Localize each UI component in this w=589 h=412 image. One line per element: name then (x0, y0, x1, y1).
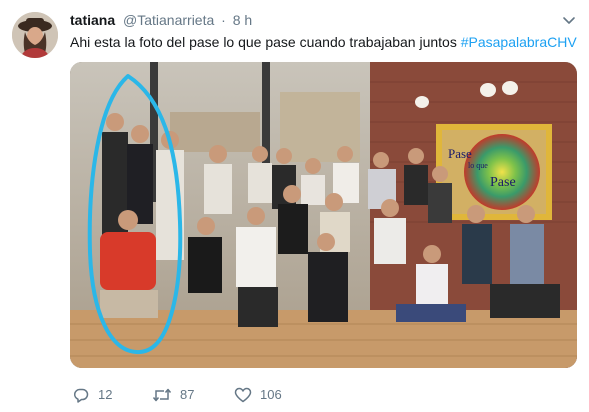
user-handle[interactable]: @Tatianarrieta (123, 12, 214, 28)
avatar-image (12, 12, 58, 58)
chevron-down-icon[interactable] (561, 12, 577, 28)
reply-count: 12 (98, 387, 113, 402)
retweet-icon (152, 388, 172, 402)
tweet-text: Ahi esta la foto del pase lo que pase cu… (70, 33, 580, 52)
like-button[interactable]: 106 (234, 384, 282, 406)
separator-dot: · (221, 12, 226, 28)
retweet-button[interactable]: 87 (152, 384, 194, 406)
reply-icon (74, 388, 89, 403)
like-count: 106 (260, 387, 282, 402)
display-name[interactable]: tatiana (70, 12, 115, 28)
timestamp[interactable]: 8 h (233, 12, 252, 28)
sign-text-1: Pase (448, 146, 472, 161)
group-photo-image: Pase lo que Pase (70, 62, 577, 368)
avatar[interactable] (12, 12, 58, 58)
sign-text-2: lo que (468, 161, 488, 170)
tweet-actions: 12 87 106 (70, 384, 370, 406)
tweet-body: Ahi esta la foto del pase lo que pase cu… (70, 34, 461, 50)
tweet-photo[interactable]: Pase lo que Pase (70, 62, 577, 368)
tweet-header: tatiana @Tatianarrieta · 8 h (70, 10, 549, 30)
heart-icon (234, 387, 252, 403)
retweet-count: 87 (180, 387, 195, 402)
hashtag-link[interactable]: #PasapalabraCHV (461, 34, 577, 50)
tweet: tatiana @Tatianarrieta · 8 h Ahi esta la… (0, 0, 589, 412)
sign-text-3: Pase (490, 175, 516, 190)
reply-button[interactable]: 12 (72, 384, 112, 406)
